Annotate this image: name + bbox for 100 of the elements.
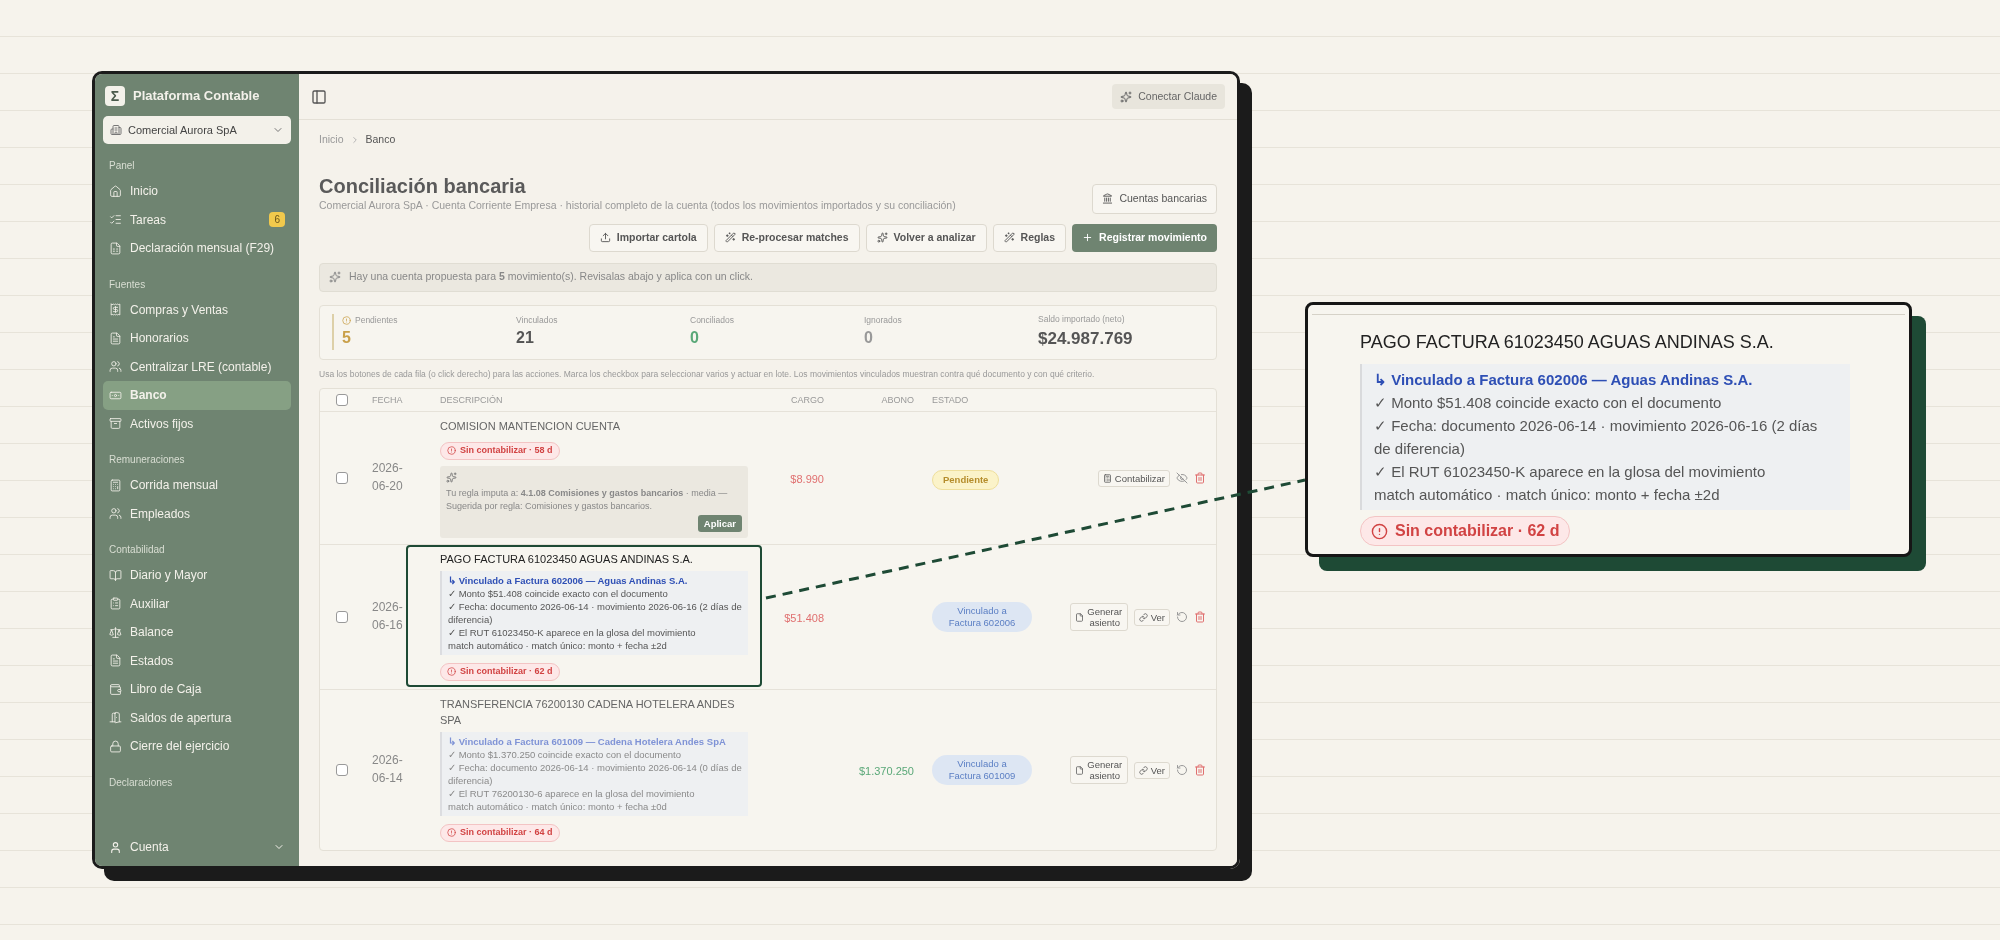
delete-icon[interactable]: [1194, 764, 1206, 777]
sidebar-item[interactable]: Inicio: [103, 177, 291, 206]
column-header: ESTADO: [932, 394, 969, 405]
sidebar-item[interactable]: Honorarios: [103, 324, 291, 353]
row-checkbox[interactable]: [336, 764, 348, 777]
clipboard-icon: [109, 597, 122, 611]
sidebar-item[interactable]: Activos fijos: [103, 409, 291, 438]
sidebar-item[interactable]: Declaración mensual (F29): [103, 234, 291, 263]
calculator-icon: [109, 478, 122, 492]
plus-icon: [1082, 232, 1094, 243]
wallet-icon: [109, 682, 122, 696]
alert-icon: [1371, 522, 1388, 540]
row-action-button[interactable]: Ver: [1133, 761, 1170, 779]
section-label: Panel: [108, 159, 136, 173]
delete-icon[interactable]: [1194, 472, 1206, 485]
match-line: ✓ El RUT 76200130-6 aparece en la glosa del movimiento: [448, 787, 696, 801]
link-title: ↳ Vinculado a Factura 602006 — Aguas Andinas S.A.: [448, 574, 689, 588]
alert-icon: [447, 667, 456, 677]
stat-label: Saldo importado (neto): [1038, 312, 1125, 326]
date-cell-text: 2026-06-16: [372, 599, 404, 635]
sidebar-item[interactable]: Tareas 6: [103, 205, 291, 234]
sidebar-item[interactable]: Estados: [103, 646, 291, 675]
door-icon: [109, 711, 122, 725]
match-line: ✓ Monto $51.408 coincide exacto con el documento: [1374, 393, 1723, 413]
document-icon: [1074, 765, 1084, 775]
match-line: ✓ Fecha: documento 2026-06-14 · movimiento 2026-06-16 (2 días de diferencia): [1374, 416, 1819, 459]
status-pill: Vinculado a Factura 601009: [932, 754, 1032, 785]
panel-toggle-icon[interactable]: [311, 88, 327, 105]
checklist-icon: [109, 213, 122, 227]
sidebar-item[interactable]: Corrida mensual: [103, 471, 291, 500]
undo-icon[interactable]: [1176, 611, 1188, 624]
company-select[interactable]: Comercial Aurora SpA: [103, 116, 291, 144]
undo-icon[interactable]: [1176, 764, 1188, 777]
stat-value: $24.987.769: [1038, 327, 1134, 350]
sidebar-item[interactable]: Banco: [103, 381, 291, 410]
status-badge: Sin contabilizar · 62 d: [440, 663, 560, 681]
sidebar-item[interactable]: Libro de Caja: [103, 675, 291, 704]
toolbar-button[interactable]: Reglas: [992, 223, 1067, 252]
sidebar-item[interactable]: Empleados: [103, 499, 291, 528]
row-checkbox[interactable]: [336, 472, 348, 485]
page-subtitle: Comercial Aurora SpA · Cuenta Corriente Empresa · historial completo de la cuenta (todos los movimientos importados y su conciliación): [319, 197, 956, 213]
match-line: ✓ Monto $1.370.250 coincide exacto con el documento: [448, 748, 682, 762]
document-icon: [109, 331, 122, 345]
accounts-button[interactable]: Cuentas bancarias: [1092, 183, 1217, 214]
row-action-button[interactable]: Generar asiento: [1069, 756, 1128, 785]
alert-icon: [447, 446, 456, 456]
help-text: Usa los botones de cada fila (o click derecho) para las acciones. Marca los checkbox para seleccionar varios y actuar en lote. Los movimientos vinculados muestran contra qué documento y con qué criterio.: [319, 367, 1096, 381]
section-label: Contabilidad: [108, 543, 166, 557]
stat-value: 0: [864, 328, 874, 349]
description-text: PAGO FACTURA 61023450 AGUAS ANDINAS S.A.: [1360, 331, 1775, 354]
people-icon: [109, 360, 122, 374]
description-text: TRANSFERENCIA 76200130 CADENA HOTELERA ANDES SPA: [440, 697, 736, 729]
status-badge: Sin contabilizar · 62 d: [1360, 516, 1571, 546]
amount-cell: $8.990: [790, 473, 824, 486]
scale-icon: [109, 625, 122, 639]
sidebar-item[interactable]: Compras y Ventas: [103, 295, 291, 324]
column-header: FECHA: [372, 394, 403, 405]
row-action-button[interactable]: Ver: [1133, 608, 1170, 626]
link-icon: [1138, 765, 1148, 775]
wand-icon: [724, 232, 736, 243]
stat-value: 21: [516, 328, 535, 349]
sidebar-item[interactable]: Centralizar LRE (contable): [103, 352, 291, 381]
alert-icon: [342, 315, 351, 325]
sidebar-item[interactable]: Diario y Mayor: [103, 561, 291, 590]
column-header: DESCRIPCIÓN: [440, 394, 503, 405]
column-header: CARGO: [791, 394, 824, 405]
sidebar-item[interactable]: Auxiliar: [103, 589, 291, 618]
user-icon: [109, 840, 122, 854]
row-checkbox[interactable]: [336, 611, 348, 624]
stat-label: Pendientes: [355, 313, 398, 327]
breadcrumb-item[interactable]: Inicio: [319, 132, 344, 148]
apply-button[interactable]: Aplicar: [697, 515, 742, 533]
status-badge: Sin contabilizar · 58 d: [440, 442, 560, 460]
receipt-icon: [109, 303, 122, 317]
toolbar-button[interactable]: Volver a analizar: [865, 223, 987, 252]
toolbar-button[interactable]: Importar cartola: [588, 223, 708, 252]
sidebar-item[interactable]: Balance: [103, 618, 291, 647]
row-action-button[interactable]: Contabilizar: [1097, 469, 1170, 487]
row-action-button[interactable]: Generar asiento: [1069, 603, 1128, 632]
sidebar-item[interactable]: Saldos de apertura: [103, 703, 291, 732]
section-label: Fuentes: [108, 277, 147, 292]
suggestion-text: Tu regla imputa a: 4.1.08 Comisiones y gastos bancarios · media — Sugerida por regla: Comisiones y gastos bancarios.: [446, 487, 729, 514]
people-icon: [109, 507, 122, 521]
lock-icon: [109, 739, 122, 753]
select-all-checkbox[interactable]: [336, 394, 348, 407]
sidebar-item[interactable]: Cierre del ejercicio: [103, 732, 291, 761]
sparkles-icon: [1120, 90, 1133, 103]
connect-button[interactable]: Conectar Claude: [1112, 83, 1225, 110]
stat-value: 5: [342, 328, 352, 349]
description-text: PAGO FACTURA 61023450 AGUAS ANDINAS S.A.: [440, 552, 694, 568]
document-icon: [109, 654, 122, 668]
delete-icon[interactable]: [1194, 611, 1206, 624]
eye-off-icon[interactable]: [1176, 472, 1188, 485]
house-icon: [109, 184, 122, 198]
account-menu[interactable]: Cuenta: [103, 834, 291, 860]
toolbar-button[interactable]: Re-procesar matches: [713, 223, 860, 252]
status-pill: Pendiente: [932, 470, 1000, 491]
status-pill: Vinculado a Factura 602006: [932, 601, 1032, 632]
match-line: ✓ El RUT 61023450-K aparece en la glosa del movimiento: [448, 626, 697, 640]
toolbar-button[interactable]: Registrar movimiento: [1072, 223, 1217, 252]
